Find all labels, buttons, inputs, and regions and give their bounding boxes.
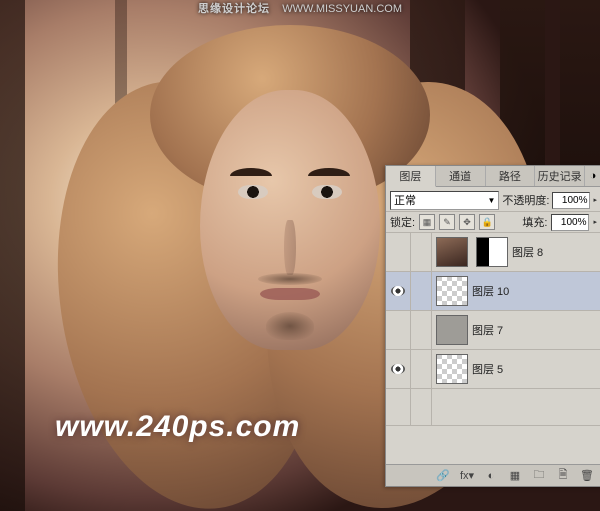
- eye-icon: [391, 286, 405, 296]
- portrait-face: [200, 90, 380, 350]
- layer-row[interactable]: 图层 8: [386, 233, 600, 272]
- eyebrow: [230, 168, 272, 176]
- layer-thumbnail[interactable]: [436, 354, 468, 384]
- layer-name[interactable]: 图层 8: [512, 244, 600, 260]
- nose: [284, 220, 296, 275]
- tab-layers[interactable]: 图层: [386, 166, 436, 187]
- site-url: WWW.MISSYUAN.COM: [282, 3, 402, 15]
- lock-brush-icon[interactable]: ✎: [439, 214, 455, 230]
- source-header: 思缘设计论坛 WWW.MISSYUAN.COM: [0, 0, 600, 22]
- panel-menu-icon[interactable]: ◑: [585, 166, 600, 186]
- layer-thumbnail[interactable]: [436, 237, 468, 267]
- opacity-input[interactable]: 100%: [552, 192, 590, 209]
- link-cell[interactable]: [411, 272, 432, 310]
- lock-all-icon[interactable]: 🔒: [479, 214, 495, 230]
- mustache: [258, 273, 322, 285]
- blend-mode-value: 正常: [394, 192, 416, 208]
- opacity-label: 不透明度:: [502, 192, 549, 208]
- link-cell[interactable]: [411, 350, 432, 388]
- panel-tabs: 图层 通道 路径 历史记录 ◑: [386, 166, 600, 187]
- trash-icon[interactable]: 🗑: [579, 469, 595, 483]
- chevron-down-icon: ▼: [488, 196, 496, 205]
- layer-row[interactable]: 图层 7: [386, 311, 600, 350]
- link-cell[interactable]: [411, 311, 432, 349]
- adjustment-layer-icon[interactable]: ▦: [507, 469, 523, 483]
- link-layers-icon[interactable]: 🔗: [435, 469, 451, 483]
- layer-list: 图层 8 图层 10 图层 7 图层 5: [386, 233, 600, 428]
- layer-fx-icon[interactable]: fx▾: [459, 469, 475, 483]
- layers-panel: 图层 通道 路径 历史记录 ◑ 正常 ▼ 不透明度: 100% ▸ 锁定: ▦ …: [385, 165, 600, 487]
- chevron-right-icon[interactable]: ▸: [593, 218, 597, 226]
- layer-name[interactable]: 图层 5: [472, 361, 600, 377]
- add-mask-icon[interactable]: ◐: [483, 469, 499, 483]
- lock-label: 锁定:: [390, 214, 415, 230]
- tab-channels[interactable]: 通道: [436, 166, 486, 186]
- eye: [238, 185, 268, 199]
- lock-move-icon[interactable]: ✥: [459, 214, 475, 230]
- visibility-toggle[interactable]: [386, 350, 411, 388]
- lock-row: 锁定: ▦ ✎ ✥ 🔒 填充: 100% ▸: [386, 212, 600, 233]
- blend-row: 正常 ▼ 不透明度: 100% ▸: [386, 187, 600, 212]
- eyebrow: [308, 168, 350, 176]
- layer-name[interactable]: 图层 10: [472, 283, 600, 299]
- blend-mode-select[interactable]: 正常 ▼: [390, 191, 499, 210]
- screenshot-root: 思缘设计论坛 WWW.MISSYUAN.COM www.240ps.com 图层…: [0, 0, 600, 511]
- watermark: www.240ps.com: [55, 410, 300, 444]
- visibility-toggle[interactable]: [386, 233, 411, 271]
- layer-list-empty: [386, 389, 600, 426]
- visibility-toggle[interactable]: [386, 272, 411, 310]
- background-tree: [0, 0, 25, 511]
- panel-bottom-bar: 🔗 fx▾ ◐ ▦ 🗀 🗎 🗑: [386, 464, 600, 486]
- new-layer-icon[interactable]: 🗎: [555, 469, 571, 483]
- layer-row[interactable]: 图层 5: [386, 350, 600, 389]
- link-cell: [411, 389, 432, 425]
- layer-name[interactable]: 图层 7: [472, 322, 600, 338]
- layer-mask-thumbnail[interactable]: [476, 237, 508, 267]
- link-cell[interactable]: [411, 233, 432, 271]
- layer-thumbnail[interactable]: [436, 276, 468, 306]
- fill-input[interactable]: 100%: [551, 214, 589, 231]
- eye: [312, 185, 342, 199]
- visibility-toggle[interactable]: [386, 311, 411, 349]
- group-icon[interactable]: 🗀: [531, 469, 547, 483]
- beard: [266, 312, 314, 340]
- chevron-right-icon[interactable]: ▸: [593, 196, 597, 204]
- visibility-toggle: [386, 389, 411, 425]
- eye-icon: [391, 364, 405, 374]
- tab-paths[interactable]: 路径: [486, 166, 536, 186]
- layer-thumbnail[interactable]: [436, 315, 468, 345]
- background-tree: [560, 0, 600, 180]
- layer-row[interactable]: 图层 10: [386, 272, 600, 311]
- fill-label: 填充:: [522, 214, 547, 230]
- site-brand: 思缘设计论坛: [198, 3, 270, 15]
- mouth: [260, 288, 320, 300]
- tab-history[interactable]: 历史记录: [535, 166, 585, 186]
- lock-transparent-icon[interactable]: ▦: [419, 214, 435, 230]
